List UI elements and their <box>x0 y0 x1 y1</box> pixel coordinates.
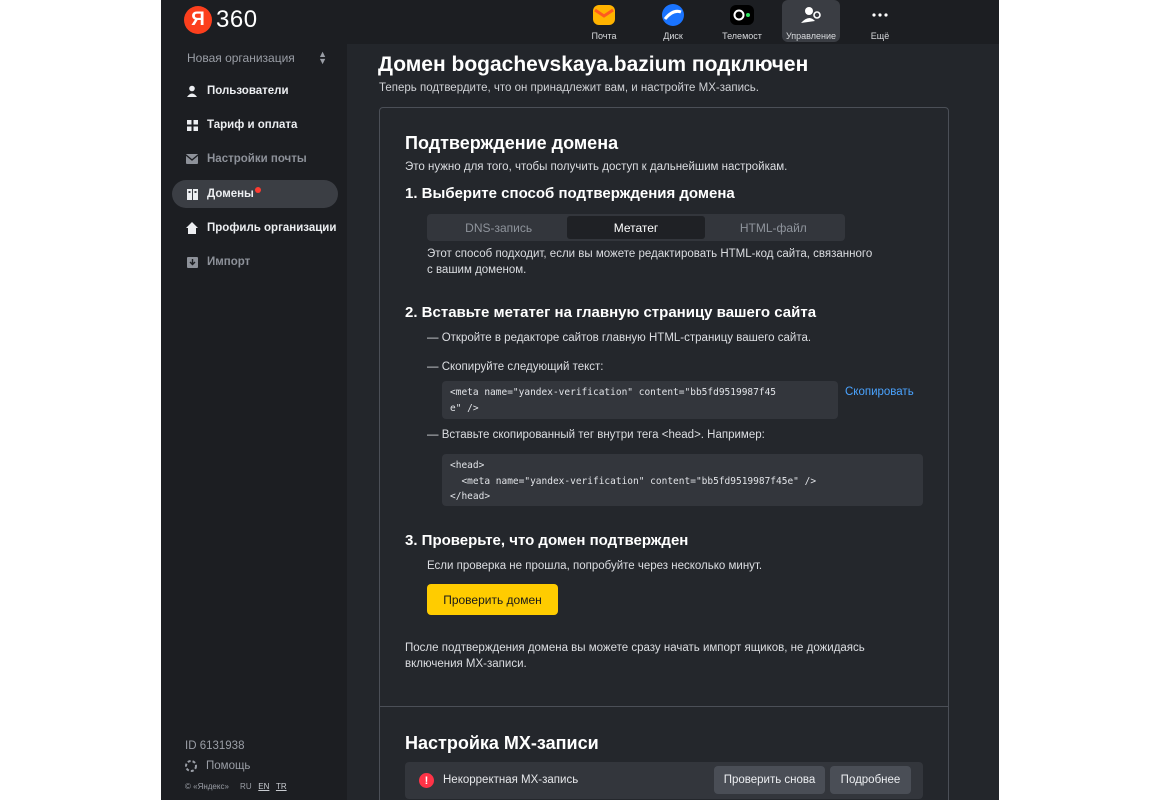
nav-mail[interactable]: Почта <box>575 0 633 42</box>
main-content: Домен bogachevskaya.bazium подключен Теп… <box>347 44 999 800</box>
logo-letter: Я <box>184 6 212 34</box>
sidebar-item-mail-settings[interactable]: Настройки почты <box>172 145 338 173</box>
yandex-360-logo[interactable]: Я 360 <box>184 6 258 34</box>
step2-instruction3: — Вставьте скопированный тег внутри тега… <box>427 429 765 441</box>
top-bar: Я 360 Почта Диск Телемост Управление Ещё <box>161 0 999 44</box>
org-selector[interactable]: Новая организация ▲ ▼ <box>187 49 327 66</box>
help-icon <box>185 760 197 772</box>
user-icon <box>186 85 198 97</box>
nav-disk-label: Диск <box>663 31 683 41</box>
nav-more-label: Ещё <box>870 31 890 41</box>
sidebar-item-label: Пользователи <box>207 85 289 97</box>
grid-icon <box>186 119 198 131</box>
step1-title: 1. Выберите способ подтверждения домена <box>405 185 735 202</box>
after-note-line2: включения MX-записи. <box>405 658 527 670</box>
import-icon <box>186 256 198 268</box>
nav-mail-label: Почта <box>591 31 617 41</box>
copyright: © «Яндекс» <box>185 782 229 791</box>
step1-description-line2: с вашим доменом. <box>427 264 527 276</box>
org-name: Новая организация <box>187 51 295 65</box>
meta-code-block[interactable]: <meta name="yandex-verification" content… <box>442 381 838 419</box>
domain-card: Подтверждение домена Это нужно для того,… <box>379 107 949 800</box>
nav-telemost-label: Телемост <box>722 31 762 41</box>
verification-method-tabs: DNS-запись Метатег HTML-файл <box>427 214 845 241</box>
more-icon <box>867 2 893 28</box>
step2-instruction2: — Скопируйте следующий текст: <box>427 361 604 373</box>
sidebar-item-label: Домены <box>207 188 254 200</box>
admin-icon <box>798 2 824 28</box>
disk-icon <box>660 2 686 28</box>
verification-heading: Подтверждение домена <box>405 133 619 153</box>
help-link[interactable]: Помощь <box>185 760 250 772</box>
sidebar-item-label: Импорт <box>207 256 251 268</box>
sidebar-item-label: Тариф и оплата <box>207 119 298 131</box>
step3-title: 3. Проверьте, что домен подтвержден <box>405 532 689 549</box>
card-divider <box>380 706 948 707</box>
tab-metatag[interactable]: Метатег <box>567 216 705 239</box>
mx-alert: ! Некорректная MX-запись Проверить снова… <box>405 762 923 799</box>
sidebar-item-domains[interactable]: Домены <box>172 180 338 208</box>
domains-icon <box>186 188 198 200</box>
copy-link[interactable]: Скопировать <box>845 386 914 398</box>
nav-telemost[interactable]: Телемост <box>713 0 771 42</box>
after-note-line1: После подтверждения домена вы можете сра… <box>405 642 865 654</box>
nav-admin[interactable]: Управление <box>782 0 840 42</box>
lang-ru[interactable]: RU <box>240 782 252 791</box>
page-title: Домен bogachevskaya.bazium подключен <box>378 53 809 76</box>
recheck-button[interactable]: Проверить снова <box>714 766 825 794</box>
tab-html-file[interactable]: HTML-файл <box>705 216 842 239</box>
check-domain-button[interactable]: Проверить домен <box>427 584 558 615</box>
step2-title: 2. Вставьте метатег на главную страницу … <box>405 304 817 321</box>
step1-description-line1: Этот способ подходит, если вы можете ред… <box>427 248 873 260</box>
nav-more[interactable]: Ещё <box>851 0 909 42</box>
mx-heading: Настройка MX-записи <box>405 733 599 753</box>
page-subtitle: Теперь подтвердите, что он принадлежит в… <box>379 82 759 94</box>
telemost-icon <box>729 2 755 28</box>
sidebar-item-label: Профиль организации <box>207 222 337 234</box>
nav-admin-label: Управление <box>785 31 837 41</box>
sidebar-item-import[interactable]: Импорт <box>172 248 338 276</box>
sidebar-item-users[interactable]: Пользователи <box>172 77 338 105</box>
verification-intro: Это нужно для того, чтобы получить досту… <box>405 161 788 173</box>
footer-row: © «Яндекс» RU EN TR <box>185 782 287 791</box>
details-button[interactable]: Подробнее <box>830 766 911 794</box>
example-code-block[interactable]: <head> <meta name="yandex-verification" … <box>442 454 923 506</box>
notification-dot <box>254 187 261 193</box>
step2-instruction1: — Откройте в редакторе сайтов главную HT… <box>427 332 812 344</box>
mail-icon <box>591 2 617 28</box>
mx-alert-text: Некорректная MX-запись <box>443 774 579 786</box>
org-id: ID 6131938 <box>185 740 245 752</box>
updown-chevron-icon: ▲ ▼ <box>318 49 327 66</box>
sidebar: Новая организация ▲ ▼ Пользователи Тариф … <box>161 44 347 800</box>
tab-dns[interactable]: DNS-запись <box>430 216 567 239</box>
step3-hint: Если проверка не прошла, попробуйте чере… <box>427 560 763 572</box>
sidebar-item-tariff[interactable]: Тариф и оплата <box>172 111 338 139</box>
envelope-icon <box>186 153 198 165</box>
lang-tr[interactable]: TR <box>276 782 287 791</box>
nav-disk[interactable]: Диск <box>644 0 702 42</box>
home-icon <box>186 222 198 234</box>
sidebar-item-label: Настройки почты <box>207 153 307 165</box>
lang-en[interactable]: EN <box>258 782 269 791</box>
alert-icon: ! <box>419 773 434 788</box>
app-window: Я 360 Почта Диск Телемост Управление Ещё… <box>161 0 999 800</box>
help-label: Помощь <box>206 760 251 772</box>
sidebar-item-org-profile[interactable]: Профиль организации <box>172 214 338 242</box>
logo-number: 360 <box>216 6 258 33</box>
